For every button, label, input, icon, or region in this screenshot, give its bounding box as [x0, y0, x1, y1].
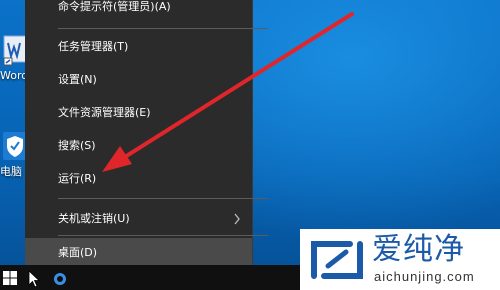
menu-item-command-prompt-admin[interactable]: 命令提示符(管理员)(A) [25, 0, 252, 22]
menu-item-label: 桌面(D) [58, 246, 98, 259]
menu-separator [58, 198, 268, 199]
menu-item-label: 设置(N) [58, 73, 97, 86]
site-logo-icon [311, 241, 363, 279]
menu-item-label: 关机或注销(U) [58, 212, 130, 225]
menu-item-label: 文件资源管理器(E) [58, 106, 151, 119]
menu-item-label: 命令提示符(管理员)(A) [58, 0, 171, 13]
menu-item-desktop[interactable]: 桌面(D) [25, 238, 252, 268]
desktop-background: Word 电脑 命令提示符(管理员)(A) 任务管理器(T) 设置(N) 文件资… [0, 0, 500, 290]
windows-start-icon[interactable] [2, 270, 18, 286]
menu-separator [58, 28, 268, 29]
taskbar-app-icon[interactable] [48, 270, 70, 288]
menu-separator [58, 235, 268, 236]
menu-item-task-manager[interactable]: 任务管理器(T) [25, 32, 252, 62]
watermark-logo: 爱纯净 aichunjing.com [300, 229, 500, 290]
menu-item-shutdown-signout[interactable]: 关机或注销(U) [25, 204, 252, 234]
mouse-cursor-icon [28, 270, 40, 288]
menu-item-file-explorer[interactable]: 文件资源管理器(E) [25, 98, 252, 128]
menu-item-run[interactable]: 运行(R) [25, 164, 252, 194]
menu-item-search[interactable]: 搜索(S) [25, 131, 252, 161]
menu-item-label: 任务管理器(T) [58, 40, 129, 53]
chevron-right-icon [234, 213, 240, 225]
winx-context-menu: 命令提示符(管理员)(A) 任务管理器(T) 设置(N) 文件资源管理器(E) … [25, 0, 268, 268]
menu-item-settings[interactable]: 设置(N) [25, 65, 252, 95]
watermark-url-text: aichunjing.com [374, 269, 475, 284]
menu-item-label: 运行(R) [58, 172, 97, 185]
menu-item-label: 搜索(S) [58, 139, 96, 152]
watermark-chinese-text: 爱纯净 [372, 232, 465, 267]
